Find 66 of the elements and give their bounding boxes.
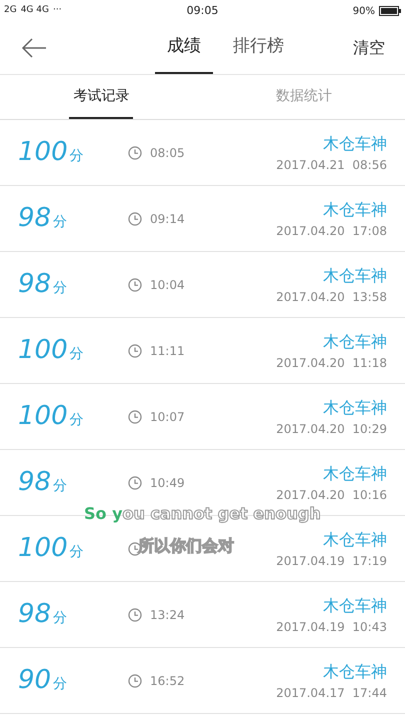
score-unit: 分 — [53, 279, 68, 298]
score-value: 98 — [18, 466, 52, 499]
record-date: 2017.04.17 17:44 — [276, 684, 387, 702]
duration-text: 10:49 — [150, 474, 185, 492]
clock-icon — [128, 674, 142, 688]
signal-label: 4G 4G — [20, 4, 49, 18]
battery-percent: 90% — [352, 4, 376, 18]
duration-text: 08:05 — [150, 144, 185, 162]
sub-tab[interactable]: 考试记录 — [69, 75, 134, 119]
score-value: 90 — [18, 664, 52, 697]
clock-icon — [128, 410, 142, 424]
duration-text: 10:07 — [150, 408, 185, 426]
duration-text: 09:14 — [150, 210, 185, 228]
duration-text: 10:04 — [150, 276, 185, 294]
clock-icon — [128, 146, 142, 160]
clock-icon — [128, 608, 142, 622]
user-name: 木仓车神 — [323, 528, 387, 550]
score-value: 98 — [18, 202, 52, 235]
clock-icon — [128, 278, 142, 292]
record-date: 2017.04.20 10:16 — [276, 486, 387, 504]
record-date: 2017.04.19 10:43 — [276, 618, 387, 636]
score-value: 100 — [18, 334, 68, 367]
user-name: 木仓车神 — [323, 594, 387, 616]
record-date: 2017.04.20 13:58 — [276, 288, 387, 306]
score-value: 100 — [18, 136, 68, 169]
user-name: 木仓车神 — [323, 198, 387, 220]
record-date: 2017.04.19 17:19 — [276, 552, 387, 570]
lyrics-translation: 所以你们会对 — [138, 535, 234, 557]
user-name: 木仓车神 — [323, 330, 387, 352]
header-tab[interactable]: 排行榜 — [221, 22, 296, 74]
score-unit: 分 — [70, 543, 84, 562]
user-name: 木仓车神 — [323, 132, 387, 154]
record-date: 2017.04.20 17:08 — [276, 222, 387, 240]
duration-text: 16:52 — [150, 672, 185, 690]
clock-time: 09:05 — [186, 2, 218, 19]
user-name: 木仓车神 — [323, 396, 387, 418]
clock-icon — [128, 476, 142, 490]
signal-label: 2G — [4, 4, 17, 18]
score-value: 98 — [18, 268, 52, 301]
score-unit: 分 — [53, 477, 68, 496]
score-unit: 分 — [70, 411, 84, 430]
header-tab[interactable]: 成绩 — [155, 22, 213, 74]
duration-text: 11:11 — [150, 342, 185, 360]
user-name: 木仓车神 — [323, 660, 387, 682]
clock-icon — [128, 212, 142, 226]
score-unit: 分 — [53, 213, 68, 232]
record-date: 2017.04.20 10:29 — [276, 420, 387, 438]
lyrics-line: So you cannot get enough — [84, 503, 321, 525]
score-unit: 分 — [70, 345, 84, 364]
record-date: 2017.04.21 08:56 — [276, 156, 387, 174]
score-unit: 分 — [53, 609, 68, 628]
user-name: 木仓车神 — [323, 264, 387, 286]
more-dots: ··· — [52, 4, 62, 18]
back-arrow-icon — [21, 38, 47, 58]
record-date: 2017.04.20 11:18 — [276, 354, 387, 372]
clear-button[interactable]: 清空 — [353, 36, 385, 60]
score-value: 100 — [18, 400, 68, 433]
score-unit: 分 — [70, 147, 84, 166]
duration-text: 13:24 — [150, 606, 185, 624]
back-button[interactable] — [20, 36, 48, 60]
score-value: 98 — [18, 598, 52, 631]
score-value: 100 — [18, 532, 68, 565]
battery-icon — [379, 6, 402, 16]
clock-icon — [128, 344, 142, 358]
user-name: 木仓车神 — [323, 462, 387, 484]
score-unit: 分 — [53, 675, 68, 694]
